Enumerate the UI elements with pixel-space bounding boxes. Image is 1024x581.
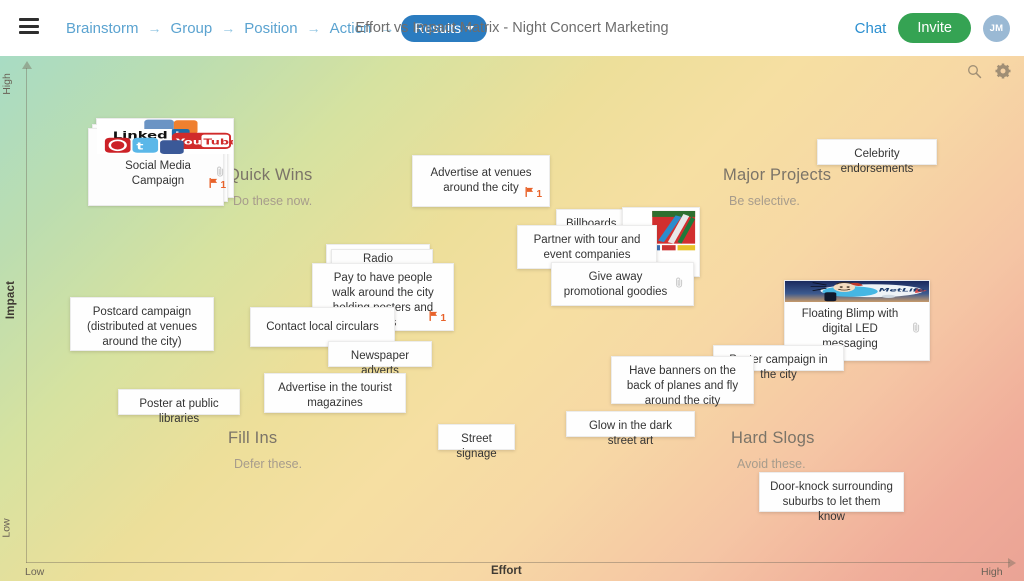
- card-body: Give away promotional goodies: [552, 263, 693, 307]
- flag-icon: [209, 177, 218, 193]
- breadcrumb-item-brainstorm[interactable]: Brainstorm: [64, 20, 141, 37]
- svg-text:t: t: [136, 141, 143, 152]
- effort-axis-high-tick: High: [981, 566, 1003, 578]
- flag-badge[interactable]: 1: [209, 177, 226, 193]
- quadrant-label-quick-wins: Quick Wins Do these now.: [227, 166, 312, 208]
- canvas-toolbar: [967, 63, 1011, 84]
- quadrant-subtitle: Be selective.: [729, 194, 800, 208]
- quadrant-subtitle: Do these now.: [233, 194, 313, 208]
- avatar[interactable]: JM: [983, 14, 1010, 42]
- effort-axis-arrow-icon: [1008, 558, 1016, 568]
- idea-card-glow-dark-street-art[interactable]: Glow in the dark street art: [566, 411, 695, 447]
- card-body: Poster at public libraries: [119, 390, 239, 434]
- flag-icon: [429, 310, 438, 326]
- card-text: Poster at public libraries: [139, 398, 219, 425]
- effort-axis-line: [26, 562, 1010, 563]
- card-text: Street signage: [456, 433, 497, 460]
- card-body: Street signage: [439, 425, 514, 469]
- search-icon[interactable]: [967, 64, 982, 84]
- card-text: Advertise at venues around the city: [430, 167, 532, 194]
- idea-card-postcard-campaign[interactable]: Postcard campaign (distributed at venues…: [70, 297, 214, 351]
- app-root: Brainstorm → Group → Position → Action →…: [0, 0, 1024, 581]
- results-label: Results: [414, 19, 461, 36]
- flag-count: 1: [440, 313, 446, 324]
- quadrant-label-hard-slogs: Hard Slogs Avoid these.: [731, 429, 815, 471]
- flag-count: 1: [536, 189, 542, 200]
- breadcrumb-item-results[interactable]: Results: [401, 14, 487, 42]
- breadcrumb-item-action[interactable]: Action: [328, 20, 374, 37]
- card-text: Advertise in the tourist magazines: [278, 382, 392, 409]
- top-bar: Brainstorm → Group → Position → Action →…: [0, 0, 1024, 56]
- svg-text:Tube: Tube: [203, 137, 233, 147]
- hamburger-icon[interactable]: [19, 18, 39, 34]
- breadcrumb-item-position[interactable]: Position: [242, 20, 299, 37]
- top-bar-actions: Chat Invite JM: [855, 0, 1010, 56]
- attachment-icon[interactable]: [912, 322, 921, 338]
- impact-axis-arrow-icon: [22, 61, 32, 69]
- impact-axis-high-tick: High: [0, 73, 13, 95]
- card-text: Celebrity endorsements: [840, 148, 914, 175]
- quadrant-subtitle: Avoid these.: [737, 457, 806, 471]
- idea-card-banners-back-of-planes[interactable]: Have banners on the back of planes and f…: [611, 356, 754, 407]
- quadrant-title: Major Projects: [723, 166, 832, 184]
- impact-axis-label: Impact: [5, 280, 18, 320]
- breadcrumb-arrow-icon: →: [380, 20, 395, 36]
- card-body: Glow in the dark street art: [567, 412, 694, 456]
- quadrant-label-major-projects: Major Projects Be selective.: [723, 166, 831, 208]
- card-text: Contact local circulars: [266, 320, 379, 333]
- attachment-icon[interactable]: [675, 277, 684, 293]
- breadcrumb-arrow-icon: →: [221, 20, 236, 36]
- idea-card-social-media-campaign[interactable]: Linked in You Tube t Social Media Campai…: [88, 118, 234, 206]
- gear-icon[interactable]: [995, 63, 1011, 84]
- card-text: Have banners on the back of planes and f…: [626, 365, 739, 407]
- card-thumbnail-social-media-logos: Linked in You Tube t: [97, 119, 233, 154]
- idea-card-poster-public-libraries[interactable]: Poster at public libraries: [118, 389, 240, 425]
- card-body: Advertise in the tourist magazines: [265, 374, 405, 418]
- card-body: Celebrity endorsements: [818, 140, 936, 184]
- card-text: Glow in the dark street art: [588, 420, 673, 447]
- breadcrumb-arrow-icon: →: [306, 20, 321, 36]
- card-body: Door-knock surrounding suburbs to let th…: [760, 473, 903, 532]
- effort-axis-low-tick: Low: [25, 566, 45, 578]
- quadrant-subtitle: Defer these.: [234, 457, 303, 471]
- impact-axis-line: [26, 68, 27, 563]
- matrix-canvas[interactable]: Impact High Low Effort Low High Quick Wi…: [0, 56, 1024, 581]
- flag-count: 1: [220, 180, 226, 191]
- card-thumbnail-blimp: MetLife: [785, 281, 929, 302]
- quadrant-title: Hard Slogs: [731, 429, 815, 447]
- effort-axis-label: Effort: [491, 565, 522, 577]
- breadcrumb-item-group[interactable]: Group: [169, 20, 215, 37]
- card-text: Partner with tour and event companies: [533, 234, 641, 261]
- idea-card-advertise-tourist-magazines[interactable]: Advertise in the tourist magazines: [264, 373, 406, 413]
- breadcrumb-arrow-icon: →: [147, 20, 162, 36]
- card-body: Have banners on the back of planes and f…: [612, 357, 753, 416]
- chevron-down-icon: [466, 26, 474, 31]
- chat-button[interactable]: Chat: [855, 20, 887, 37]
- idea-card-door-knock-suburbs[interactable]: Door-knock surrounding suburbs to let th…: [759, 472, 904, 523]
- flag-badge[interactable]: 1: [429, 310, 446, 326]
- idea-card-advertise-at-venues[interactable]: Advertise at venues around the city 1: [412, 155, 550, 207]
- quadrant-title: Quick Wins: [227, 166, 313, 184]
- card-body: Postcard campaign (distributed at venues…: [71, 298, 213, 357]
- quadrant-title: Fill Ins: [228, 429, 278, 447]
- flag-badge[interactable]: 1: [525, 186, 542, 202]
- idea-card-celebrity-endorsements[interactable]: Celebrity endorsements: [817, 139, 937, 175]
- idea-card-street-signage[interactable]: Street signage: [438, 424, 515, 460]
- card-text: Give away promotional goodies: [563, 271, 668, 298]
- idea-card-give-away-promotional-goodies[interactable]: Give away promotional goodies: [551, 262, 694, 306]
- quadrant-label-fill-ins: Fill Ins Defer these.: [228, 429, 302, 471]
- breadcrumb: Brainstorm → Group → Position → Action →…: [64, 0, 487, 56]
- idea-card-newspaper-adverts[interactable]: Newspaper adverts: [328, 341, 432, 377]
- card-text: Social Media Campaign: [125, 160, 191, 187]
- invite-button[interactable]: Invite: [898, 13, 971, 43]
- flag-icon: [525, 186, 534, 202]
- card-text: Postcard campaign (distributed at venues…: [87, 306, 197, 348]
- card-text: Door-knock surrounding suburbs to let th…: [770, 481, 893, 523]
- svg-text:MetLife: MetLife: [879, 287, 925, 292]
- impact-axis-low-tick: Low: [0, 518, 13, 538]
